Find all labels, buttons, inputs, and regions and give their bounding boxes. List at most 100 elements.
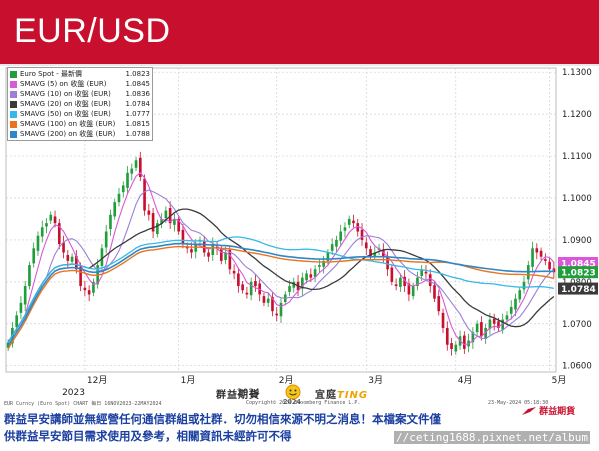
candle-body [130, 168, 134, 174]
x-tick-label: 3月 [368, 375, 383, 386]
legend-swatch [10, 100, 17, 108]
legend-value: 1.0784 [125, 100, 151, 108]
candle-body [147, 210, 151, 215]
candle-body [241, 284, 244, 291]
candle-body [445, 327, 449, 345]
candle-body [518, 290, 522, 300]
candle-body [394, 284, 398, 287]
candle-body [492, 318, 496, 324]
legend-swatch [10, 80, 17, 88]
candle-body [232, 270, 236, 274]
x-year-label: 2023 [62, 388, 85, 398]
album-url[interactable]: //ceting1688.pixnet.net/album [394, 431, 591, 444]
candle-body [352, 220, 355, 224]
candle-body [126, 172, 129, 188]
watermark-left-text: 群益期貨 [216, 390, 260, 401]
legend-swatch [10, 70, 17, 78]
legend-swatch [10, 110, 17, 118]
candle-body [134, 160, 138, 168]
candle-body [411, 286, 415, 297]
price-tag-label: 1.0823 [561, 269, 596, 279]
candle-body [505, 315, 509, 320]
candle-body [249, 281, 253, 296]
candle-body [522, 281, 526, 290]
candle-body [28, 265, 31, 287]
legend-value: 1.0836 [125, 90, 151, 98]
candle-body [207, 252, 210, 257]
legend-label: SMAVG (10) on 收盤 (EUR) [20, 90, 111, 98]
candle-body [117, 193, 121, 203]
candle-body [87, 290, 91, 295]
legend-item: SMAVG (20) on 收盤 (EUR) 1.0784 [10, 99, 150, 109]
candle-body [535, 248, 539, 253]
candle-body [335, 239, 338, 247]
legend-item: SMAVG (200) on 收盤 (EUR) 1.0788 [10, 129, 150, 139]
disclaimer-line-1: 群益早安講師並無經營任何通信群組或社群．切勿相信來源不明之消息！本檔案文件僅 [4, 412, 441, 426]
legend-value: 1.0788 [125, 130, 151, 138]
candle-body [437, 296, 441, 312]
watermark-year: 2024 [283, 398, 301, 406]
candle-body [343, 227, 347, 231]
legend-value: 1.0815 [125, 120, 151, 128]
legend-label: SMAVG (100) on 收盤 (EUR) [20, 120, 116, 128]
candle-body [475, 323, 479, 333]
candle-body [53, 216, 57, 224]
candle-body [211, 244, 215, 256]
candle-body [36, 235, 40, 251]
candle-body [330, 244, 334, 251]
candle-body [19, 302, 23, 313]
watermark-brand: TING [337, 390, 369, 401]
legend-value: 1.0777 [125, 110, 151, 118]
x-tick-label: 1月 [181, 375, 196, 386]
logo-text: 群益期貨 [539, 407, 576, 417]
candle-body [70, 256, 74, 262]
legend-label: SMAVG (200) on 收盤 (EUR) [20, 130, 116, 138]
candle-body [49, 214, 53, 221]
candle-body [454, 344, 458, 352]
company-logo: 群益期貨 [522, 404, 575, 417]
candle-body [548, 261, 551, 270]
candle-body [399, 277, 402, 287]
legend-value: 1.0823 [125, 70, 151, 78]
candle-body [433, 285, 436, 299]
candle-body [279, 302, 283, 317]
legend-label: SMAVG (50) on 收盤 (EUR) [20, 110, 111, 118]
candle-body [156, 223, 159, 235]
logo-bird-icon [522, 406, 536, 415]
candle-body [164, 210, 168, 219]
candle-body [360, 229, 364, 240]
candle-body [109, 214, 112, 230]
candle-body [262, 296, 266, 303]
candle-body [237, 273, 240, 287]
watermark-name: 宜庭 [315, 390, 337, 401]
candle-body [390, 267, 394, 282]
candle-body [113, 202, 117, 217]
legend-item: SMAVG (100) on 收盤 (EUR) 1.0815 [10, 119, 150, 129]
title-banner: EUR/USD [0, 0, 599, 64]
chart-source-note: EUR Curncy (Euro Spot) CHART 每日 16NOV202… [4, 401, 162, 407]
candle-body [104, 231, 108, 248]
legend-swatch [10, 120, 17, 128]
candle-body [245, 292, 249, 295]
candle-body [40, 227, 44, 237]
y-tick-label: 1.1300 [562, 68, 592, 78]
x-tick-label: 5月 [552, 375, 567, 386]
legend-item: Euro Spot - 最新價 1.0823 [10, 69, 150, 79]
legend-label: SMAVG (20) on 收盤 (EUR) [20, 100, 111, 108]
candle-body [143, 178, 146, 211]
candle-body [428, 274, 432, 287]
y-tick-label: 1.1100 [562, 152, 592, 162]
x-tick-label: 12月 [87, 375, 107, 386]
candle-body [66, 255, 70, 261]
legend-value: 1.0845 [125, 80, 151, 88]
legend-swatch [10, 130, 17, 138]
candle-body [313, 269, 317, 277]
legend-item: SMAVG (10) on 收盤 (EUR) 1.0836 [10, 89, 150, 99]
candle-body [347, 218, 351, 225]
candle-body [32, 248, 36, 264]
candle-body [364, 242, 368, 249]
candle-body [305, 273, 308, 281]
legend-swatch [10, 90, 17, 98]
candle-body [544, 259, 547, 261]
candle-body [539, 250, 543, 257]
